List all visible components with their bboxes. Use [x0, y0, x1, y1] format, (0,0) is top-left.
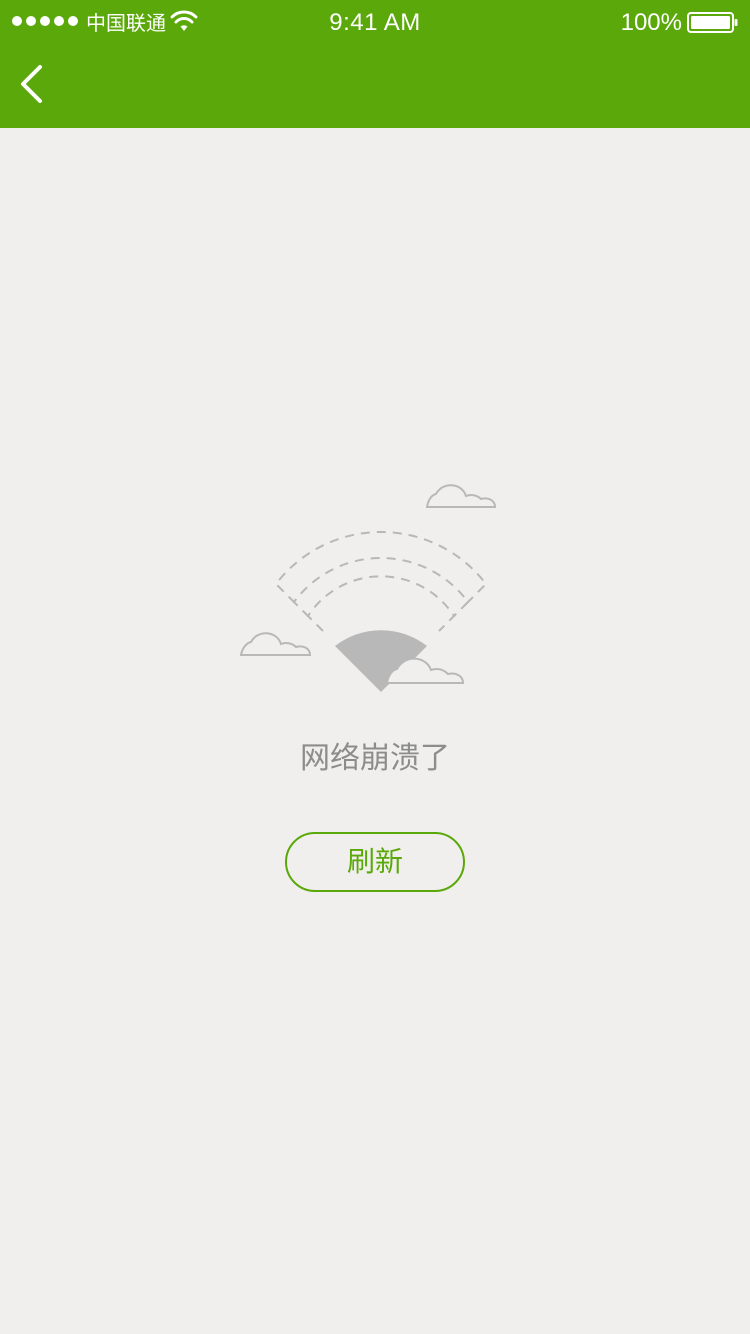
- back-button[interactable]: [10, 58, 58, 110]
- cloud-icon: [425, 484, 497, 508]
- top-bar: 中国联通 9:41 AM 100%: [0, 0, 750, 128]
- network-error-icon: [239, 484, 497, 692]
- battery-percent: 100%: [620, 9, 682, 36]
- battery-icon: [687, 12, 738, 33]
- cloud-icon: [239, 632, 312, 656]
- status-bar: 中国联通 9:41 AM 100%: [0, 0, 750, 44]
- refresh-button[interactable]: 刷新: [285, 832, 465, 892]
- error-message: 网络崩溃了: [300, 741, 450, 776]
- chevron-left-icon: [21, 65, 42, 103]
